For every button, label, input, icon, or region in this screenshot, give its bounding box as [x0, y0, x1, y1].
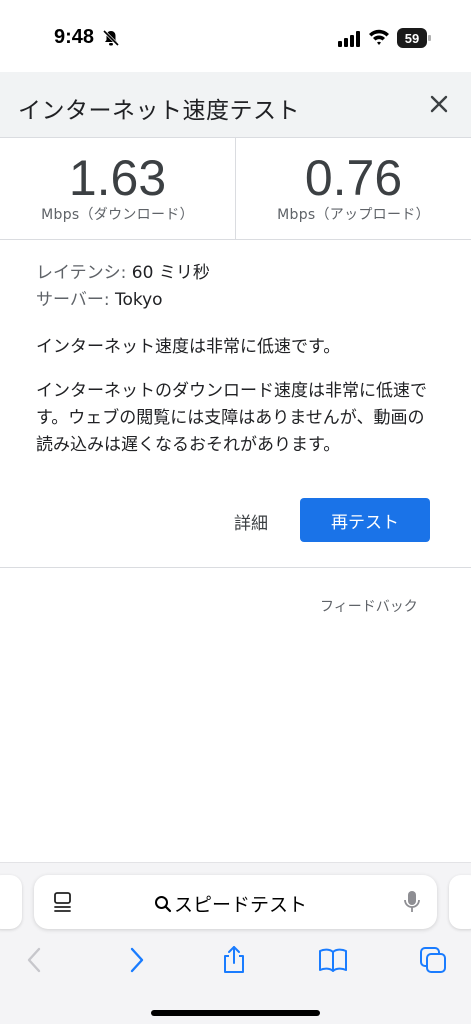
address-search-text: スピードテスト	[174, 894, 308, 916]
speedtest-title: インターネット速度テスト	[18, 98, 300, 124]
download-result: 1.63 Mbps（ダウンロード）	[0, 138, 235, 240]
speed-summary: インターネット速度は非常に低速です。	[36, 337, 341, 357]
status-time: 9:48	[54, 26, 95, 48]
feedback-link[interactable]: フィードバック	[320, 596, 418, 616]
address-search[interactable]: スピードテスト	[154, 890, 307, 917]
speed-description: インターネットのダウンロード速度は非常に低速です。ウェブの閲覧には支障はありませ…	[36, 381, 427, 455]
next-tab-peek[interactable]	[449, 875, 471, 929]
signal-icon	[338, 31, 360, 47]
speedtest-card: インターネット速度テスト 1.63 Mbps（ダウンロード） 0.76 Mbps…	[0, 72, 471, 568]
download-speed-value: 1.63	[68, 150, 167, 206]
back-icon[interactable]	[20, 945, 50, 975]
server-value: Tokyo	[114, 290, 163, 310]
previous-tab-peek[interactable]	[0, 875, 22, 929]
bookmarks-icon[interactable]	[318, 945, 348, 975]
upload-result: 0.76 Mbps（アップロード）	[236, 138, 471, 240]
battery-indicator: 59	[397, 28, 431, 48]
home-indicator	[151, 1010, 320, 1016]
address-bar[interactable]: スピードテスト	[34, 875, 437, 929]
speed-results: 1.63 Mbps（ダウンロード） 0.76 Mbps（アップロード）	[0, 138, 471, 240]
search-icon	[155, 895, 172, 912]
bell-slash-icon	[102, 29, 120, 47]
tabs-icon[interactable]	[418, 945, 448, 975]
details-button[interactable]: 詳細	[234, 509, 268, 534]
browser-bottom-bar: スピードテスト	[0, 862, 471, 1024]
latency-label: レイテンシ:	[36, 263, 127, 283]
wifi-icon	[369, 29, 389, 45]
forward-icon[interactable]	[121, 945, 151, 975]
download-speed-label: Mbps（ダウンロード）	[41, 207, 194, 223]
share-icon[interactable]	[219, 945, 249, 975]
reader-icon[interactable]	[51, 890, 75, 914]
latency-value: 60 ミリ秒	[131, 263, 210, 283]
retest-button[interactable]: 再テスト	[300, 498, 430, 542]
latency-line: レイテンシ: 60 ミリ秒	[36, 260, 436, 287]
mic-icon[interactable]	[403, 889, 421, 915]
server-line: サーバー: Tokyo	[36, 287, 436, 314]
battery-level: 59	[397, 28, 427, 48]
speedtest-header: インターネット速度テスト	[0, 72, 471, 138]
close-icon[interactable]	[424, 89, 454, 119]
battery-cap	[428, 35, 431, 41]
status-bar: 9:48 59	[0, 0, 471, 72]
server-label: サーバー:	[36, 290, 110, 310]
upload-speed-value: 0.76	[304, 150, 403, 206]
speedtest-details: レイテンシ: 60 ミリ秒 サーバー: Tokyo インターネット速度は非常に低…	[36, 260, 436, 459]
upload-speed-label: Mbps（アップロード）	[277, 207, 430, 223]
